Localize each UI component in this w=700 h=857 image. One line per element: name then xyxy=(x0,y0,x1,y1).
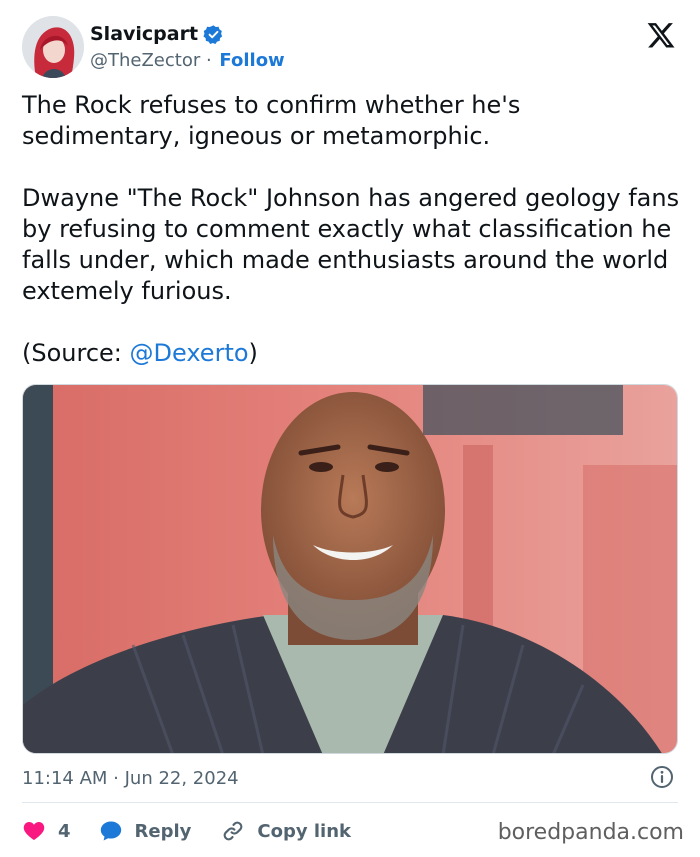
avatar[interactable] xyxy=(22,16,84,78)
handle-row: @TheZector · Follow xyxy=(90,50,285,71)
name-row: Slavicpart xyxy=(90,23,224,45)
display-name[interactable]: Slavicpart xyxy=(90,23,198,45)
reply-button[interactable]: Reply xyxy=(99,819,192,843)
reply-label: Reply xyxy=(134,820,192,842)
verified-badge-icon xyxy=(203,24,223,44)
source-prefix: (Source: xyxy=(22,339,130,367)
x-logo-icon[interactable] xyxy=(646,20,676,50)
tweet-line-1: The Rock refuses to confirm whether he's… xyxy=(22,91,521,150)
tweet-line-2: Dwayne "The Rock" Johnson has angered ge… xyxy=(22,184,680,305)
source-suffix: ) xyxy=(248,339,258,367)
like-button[interactable]: 4 xyxy=(22,819,99,843)
copy-link-button[interactable]: Copy link xyxy=(221,819,351,843)
reply-icon xyxy=(100,821,121,841)
tweet-meta: 11:14 AM · Jun 22, 2024 xyxy=(22,764,678,792)
timestamp[interactable]: 11:14 AM · Jun 22, 2024 xyxy=(22,768,239,789)
separator: · xyxy=(200,50,218,71)
divider xyxy=(22,802,678,803)
tweet-actions: 4 Reply Copy link xyxy=(22,816,351,846)
link-icon xyxy=(224,821,243,841)
follow-button[interactable]: Follow xyxy=(219,50,284,71)
tweet-photo[interactable] xyxy=(22,384,678,754)
tweet-source: (Source: @Dexerto) xyxy=(22,338,682,369)
source-mention-link[interactable]: @Dexerto xyxy=(130,339,249,367)
info-icon[interactable] xyxy=(650,765,674,789)
heart-icon xyxy=(23,822,45,840)
user-handle[interactable]: @TheZector xyxy=(90,50,200,71)
copy-link-label: Copy link xyxy=(257,820,351,842)
watermark: boredpanda.com xyxy=(497,820,684,845)
tweet-header: Slavicpart @TheZector · Follow xyxy=(22,16,682,78)
tweet-text: The Rock refuses to confirm whether he's… xyxy=(22,90,682,369)
like-count: 4 xyxy=(58,820,71,842)
